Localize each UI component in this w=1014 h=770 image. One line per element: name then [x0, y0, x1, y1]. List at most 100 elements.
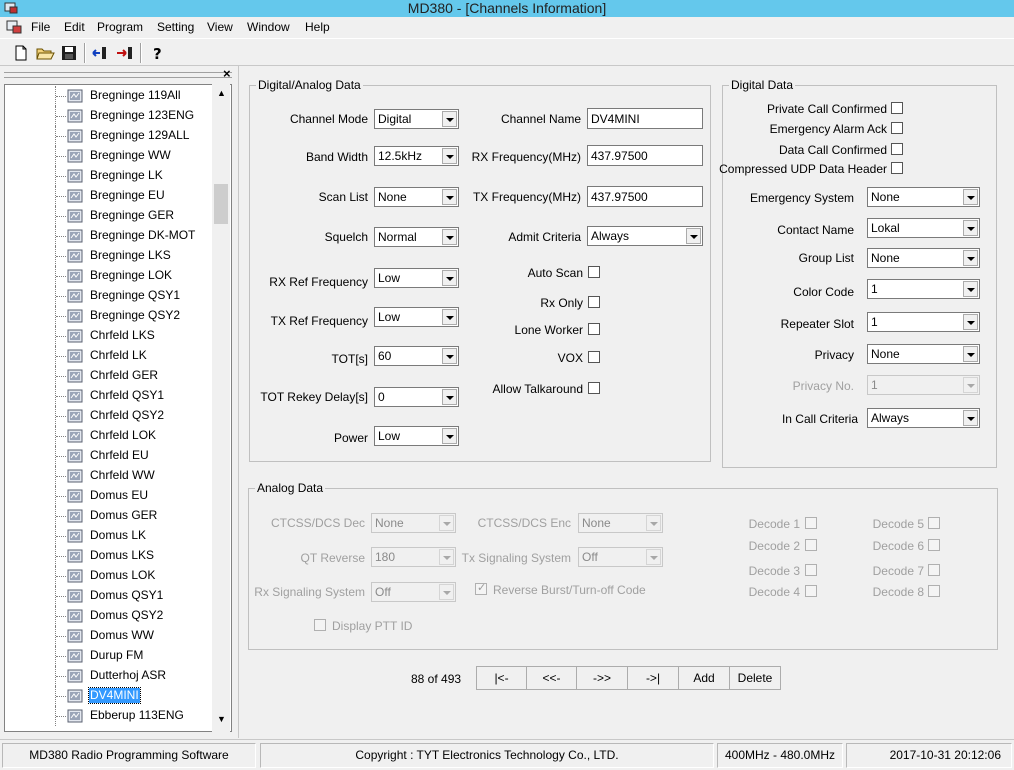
chevron-down-icon[interactable]: [442, 229, 457, 245]
previous-record-button[interactable]: <<-: [526, 666, 577, 690]
tree-item[interactable]: Chrfeld LK: [5, 346, 215, 366]
add-button[interactable]: Add: [678, 666, 730, 690]
private-call-confirmed-checkbox[interactable]: [891, 102, 903, 114]
last-record-button[interactable]: ->|: [627, 666, 679, 690]
admit-criteria-select[interactable]: Always: [587, 226, 703, 246]
chevron-down-icon[interactable]: [963, 220, 978, 236]
tree-item[interactable]: Domus GER: [5, 506, 215, 526]
menu-edit[interactable]: Edit: [64, 20, 85, 34]
channel-name-input[interactable]: DV4MINI: [587, 108, 703, 129]
data-call-confirmed-checkbox[interactable]: [891, 143, 903, 155]
chevron-down-icon[interactable]: [963, 250, 978, 266]
tree-item[interactable]: Domus WW: [5, 626, 215, 646]
tree-item[interactable]: Bregninge 119All: [5, 86, 215, 106]
tree-item[interactable]: Domus LK: [5, 526, 215, 546]
chevron-down-icon[interactable]: [963, 281, 978, 297]
power-select[interactable]: Low: [374, 426, 459, 446]
chevron-down-icon[interactable]: [442, 428, 457, 444]
scroll-up-icon[interactable]: ▲: [217, 88, 226, 98]
write-to-radio-icon[interactable]: [114, 42, 136, 64]
allow-talkaround-checkbox[interactable]: [588, 382, 600, 394]
tree-item[interactable]: Bregninge QSY2: [5, 306, 215, 326]
tree-item[interactable]: Bregninge GER: [5, 206, 215, 226]
save-icon[interactable]: [58, 42, 80, 64]
emergency-system-select[interactable]: None: [867, 187, 980, 207]
band-width-select[interactable]: 12.5kHz: [374, 146, 459, 166]
tree-item[interactable]: Domus QSY1: [5, 586, 215, 606]
tree-scrollbar[interactable]: ▲ ▼: [212, 84, 230, 732]
rx-frequency-input[interactable]: 437.97500: [587, 145, 703, 166]
tree-item[interactable]: Bregninge EU: [5, 186, 215, 206]
tree-item[interactable]: Dutterhoj ASR: [5, 666, 215, 686]
tree-item[interactable]: Bregninge QSY1: [5, 286, 215, 306]
scan-list-select[interactable]: None: [374, 187, 459, 207]
tree-item[interactable]: Chrfeld QSY2: [5, 406, 215, 426]
next-record-button[interactable]: ->>: [576, 666, 628, 690]
tree-item[interactable]: Bregninge DK-MOT: [5, 226, 215, 246]
tot-rekey-delay-select[interactable]: 0: [374, 387, 459, 407]
menu-file[interactable]: File: [31, 20, 50, 34]
open-folder-icon[interactable]: [34, 42, 56, 64]
rx-only-checkbox[interactable]: [588, 296, 600, 308]
chevron-down-icon[interactable]: [442, 148, 457, 164]
tree-item[interactable]: Bregninge LKS: [5, 246, 215, 266]
in-call-criteria-select[interactable]: Always: [867, 408, 980, 428]
chevron-down-icon[interactable]: [442, 270, 457, 286]
menu-setting[interactable]: Setting: [157, 20, 194, 34]
tot-select[interactable]: 60: [374, 346, 459, 366]
scroll-thumb[interactable]: [214, 184, 228, 224]
chevron-down-icon[interactable]: [963, 314, 978, 330]
tree-item[interactable]: Chrfeld LOK: [5, 426, 215, 446]
chevron-down-icon[interactable]: [963, 410, 978, 426]
chevron-down-icon[interactable]: [686, 228, 701, 244]
close-panel-icon[interactable]: ×: [223, 66, 231, 81]
chevron-down-icon[interactable]: [963, 189, 978, 205]
menu-program[interactable]: Program: [97, 20, 143, 34]
read-from-radio-icon[interactable]: [90, 42, 112, 64]
new-file-icon[interactable]: [10, 42, 32, 64]
tree-item[interactable]: Domus EU: [5, 486, 215, 506]
contact-name-select[interactable]: Lokal: [867, 218, 980, 238]
tree-item[interactable]: Bregninge 123ENG: [5, 106, 215, 126]
emergency-alarm-ack-checkbox[interactable]: [891, 122, 903, 134]
scroll-down-icon[interactable]: ▼: [217, 714, 226, 724]
menu-view[interactable]: View: [207, 20, 233, 34]
tx-ref-frequency-select[interactable]: Low: [374, 307, 459, 327]
lone-worker-checkbox[interactable]: [588, 323, 600, 335]
tree-item[interactable]: Bregninge LK: [5, 166, 215, 186]
auto-scan-checkbox[interactable]: [588, 266, 600, 278]
privacy-select[interactable]: None: [867, 344, 980, 364]
menu-help[interactable]: Help: [305, 20, 330, 34]
tree-item[interactable]: Chrfeld WW: [5, 466, 215, 486]
repeater-slot-select[interactable]: 1: [867, 312, 980, 332]
chevron-down-icon[interactable]: [963, 346, 978, 362]
chevron-down-icon[interactable]: [442, 348, 457, 364]
tree-item[interactable]: Domus QSY2: [5, 606, 215, 626]
menu-window[interactable]: Window: [247, 20, 290, 34]
chevron-down-icon[interactable]: [442, 189, 457, 205]
group-list-select[interactable]: None: [867, 248, 980, 268]
panel-grip[interactable]: [4, 72, 232, 78]
tree-item[interactable]: Chrfeld GER: [5, 366, 215, 386]
first-record-button[interactable]: |<-: [476, 666, 527, 690]
tree-item[interactable]: Bregninge LOK: [5, 266, 215, 286]
tree-item[interactable]: Durup FM: [5, 646, 215, 666]
document-icon[interactable]: [6, 20, 22, 34]
compressed-udp-checkbox[interactable]: [891, 162, 903, 174]
squelch-select[interactable]: Normal: [374, 227, 459, 247]
vox-checkbox[interactable]: [588, 351, 600, 363]
chevron-down-icon[interactable]: [442, 309, 457, 325]
help-icon[interactable]: ?: [146, 42, 168, 64]
tree-item[interactable]: DV4MINI: [5, 686, 215, 706]
tree-item[interactable]: Domus LOK: [5, 566, 215, 586]
tree-item[interactable]: Domus LKS: [5, 546, 215, 566]
tree-item[interactable]: Ebberup 113ENG: [5, 706, 215, 726]
tree-item[interactable]: Chrfeld LKS: [5, 326, 215, 346]
rx-ref-frequency-select[interactable]: Low: [374, 268, 459, 288]
tree-item[interactable]: Bregninge WW: [5, 146, 215, 166]
tree-item[interactable]: Chrfeld EU: [5, 446, 215, 466]
chevron-down-icon[interactable]: [442, 389, 457, 405]
tx-frequency-input[interactable]: 437.97500: [587, 186, 703, 207]
delete-button[interactable]: Delete: [729, 666, 781, 690]
tree-item[interactable]: Bregninge 129ALL: [5, 126, 215, 146]
